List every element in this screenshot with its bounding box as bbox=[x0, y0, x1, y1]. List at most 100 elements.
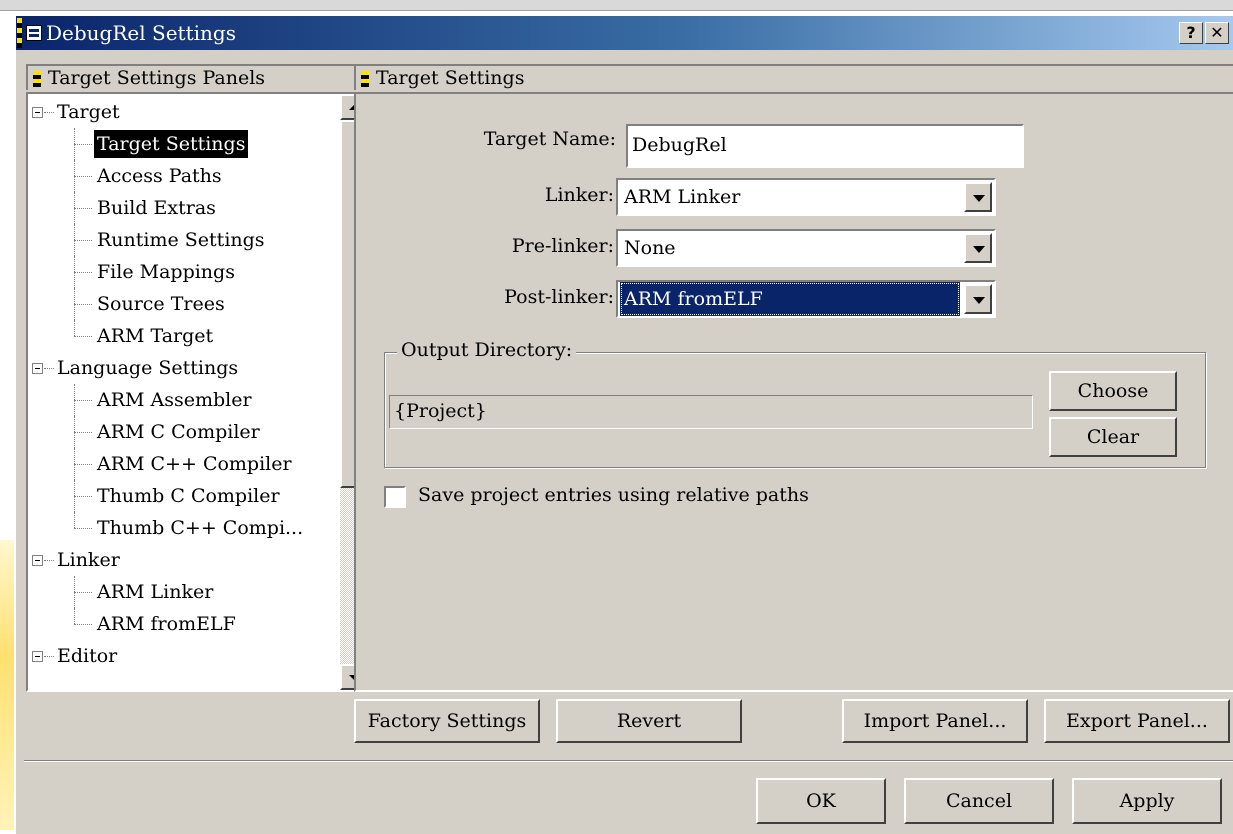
postlinker-dropdown-arrow-icon[interactable] bbox=[964, 284, 992, 314]
tree-item-label: Runtime Settings bbox=[97, 229, 265, 251]
title-stripe-icon bbox=[17, 18, 22, 48]
tree-connector bbox=[74, 496, 92, 497]
tree-item[interactable]: Linker bbox=[28, 544, 338, 576]
prelinker-dropdown-arrow-icon[interactable] bbox=[964, 233, 992, 263]
linker-value: ARM Linker bbox=[624, 186, 741, 208]
window-icon[interactable] bbox=[26, 25, 42, 41]
tree-connector bbox=[44, 560, 54, 561]
linker-select[interactable]: ARM Linker bbox=[616, 178, 996, 216]
tree-item-label: ARM Target bbox=[97, 325, 214, 347]
factory-settings-button[interactable]: Factory Settings bbox=[354, 699, 540, 743]
panels-list-header: Target Settings Panels bbox=[26, 64, 356, 90]
collapse-toggle-icon[interactable] bbox=[32, 651, 43, 662]
tree-connector bbox=[74, 400, 92, 401]
output-directory-group: Output Directory: {Project} Choose Clear bbox=[384, 339, 1206, 468]
panels-badge-icon bbox=[33, 71, 41, 87]
settings-panel: Target Name: DebugRel Linker: ARM Linker… bbox=[354, 92, 1233, 692]
postlinker-select[interactable]: ARM fromELF bbox=[616, 280, 996, 318]
tree-item-label: Language Settings bbox=[57, 357, 239, 379]
tree-item[interactable]: Runtime Settings bbox=[28, 224, 338, 256]
tree-connector bbox=[74, 320, 75, 336]
tree-item-label: Linker bbox=[57, 549, 120, 571]
tree-item[interactable]: Source Trees bbox=[28, 288, 338, 320]
tree-connector bbox=[44, 368, 54, 369]
tree-item-label: ARM fromELF bbox=[97, 613, 236, 635]
tree-item[interactable]: Language Settings bbox=[28, 352, 338, 384]
relative-paths-label: Save project entries using relative path… bbox=[418, 484, 809, 506]
import-panel-button[interactable]: Import Panel... bbox=[842, 699, 1028, 743]
output-directory-path: {Project} bbox=[389, 395, 1033, 429]
tree-connector bbox=[74, 208, 92, 209]
tree-connector bbox=[74, 336, 92, 337]
tree-item[interactable]: File Mappings bbox=[28, 256, 338, 288]
tree-connector bbox=[74, 432, 92, 433]
collapse-toggle-icon[interactable] bbox=[32, 555, 43, 566]
cancel-button[interactable]: Cancel bbox=[904, 778, 1054, 824]
button-separator bbox=[24, 760, 1233, 762]
postlinker-label: Post-linker: bbox=[504, 286, 614, 308]
apply-button[interactable]: Apply bbox=[1072, 778, 1222, 824]
relative-paths-checkbox[interactable] bbox=[384, 486, 406, 508]
tree-connector bbox=[74, 272, 92, 273]
ok-button[interactable]: OK bbox=[756, 778, 886, 824]
target-name-input[interactable]: DebugRel bbox=[626, 124, 1024, 168]
help-button[interactable]: ? bbox=[1179, 22, 1203, 44]
tree-connector bbox=[74, 528, 92, 529]
tree-item[interactable]: Thumb C Compiler bbox=[28, 480, 338, 512]
tree-item[interactable]: ARM Assembler bbox=[28, 384, 338, 416]
tree-item-label: Build Extras bbox=[97, 197, 216, 219]
tree-item-label: ARM C++ Compiler bbox=[97, 453, 292, 475]
settings-panel-header: Target Settings bbox=[354, 64, 1233, 90]
prelinker-label: Pre-linker: bbox=[511, 235, 614, 257]
tree-item[interactable]: ARM C Compiler bbox=[28, 416, 338, 448]
tree-item[interactable]: ARM fromELF bbox=[28, 608, 338, 640]
close-button[interactable]: ✕ bbox=[1205, 22, 1229, 44]
tree-connector bbox=[74, 176, 92, 177]
tree-item-label: Thumb C Compiler bbox=[97, 485, 280, 507]
tree-item-label: Thumb C++ Compi... bbox=[97, 517, 304, 539]
panels-tree[interactable]: Target Target Settings Access Paths Build E… bbox=[26, 92, 358, 692]
tree-item-label: File Mappings bbox=[97, 261, 235, 283]
tree-item[interactable]: ARM Target bbox=[28, 320, 338, 352]
title-bar[interactable]: DebugRel Settings ? ✕ bbox=[16, 16, 1233, 50]
linker-dropdown-arrow-icon[interactable] bbox=[964, 182, 992, 212]
tree-item[interactable]: Thumb C++ Compi... bbox=[28, 512, 338, 544]
tree-connector bbox=[74, 624, 92, 625]
tree-item[interactable]: Target bbox=[28, 96, 338, 128]
tree-connector bbox=[74, 144, 92, 145]
tree-item-label: ARM Assembler bbox=[97, 389, 252, 411]
prelinker-select[interactable]: None bbox=[616, 229, 996, 267]
choose-button[interactable]: Choose bbox=[1049, 371, 1177, 411]
tree-item-label: ARM C Compiler bbox=[97, 421, 260, 443]
tree-connector bbox=[74, 240, 92, 241]
tree-item[interactable]: Target Settings bbox=[28, 128, 338, 160]
tree-item-label: Target bbox=[57, 101, 120, 123]
settings-badge-icon bbox=[361, 71, 369, 87]
tree-item[interactable]: Editor bbox=[28, 640, 338, 672]
tree-connector bbox=[44, 112, 54, 113]
collapse-toggle-icon[interactable] bbox=[32, 107, 43, 118]
tree-connector bbox=[74, 592, 92, 593]
panels-list-title: Target Settings Panels bbox=[48, 67, 266, 89]
export-panel-button[interactable]: Export Panel... bbox=[1044, 699, 1230, 743]
tree-connector bbox=[44, 656, 54, 657]
tree-item[interactable]: Access Paths bbox=[28, 160, 338, 192]
tree-item[interactable]: ARM Linker bbox=[28, 576, 338, 608]
tree-connector bbox=[74, 608, 75, 624]
prelinker-value: None bbox=[624, 237, 676, 259]
tree-item[interactable]: Build Extras bbox=[28, 192, 338, 224]
window-title: DebugRel Settings bbox=[46, 21, 236, 45]
tree-connector bbox=[74, 304, 92, 305]
settings-dialog: DebugRel Settings ? ✕ Target Settings Pa… bbox=[14, 14, 1233, 834]
tree-item[interactable]: ARM C++ Compiler bbox=[28, 448, 338, 480]
tree-item-label: ARM Linker bbox=[97, 581, 214, 603]
postlinker-value: ARM fromELF bbox=[620, 282, 960, 316]
tree-item-label: Access Paths bbox=[97, 165, 222, 187]
output-directory-legend: Output Directory: bbox=[397, 339, 577, 361]
tree-connector bbox=[74, 512, 75, 528]
linker-label: Linker: bbox=[544, 184, 614, 206]
collapse-toggle-icon[interactable] bbox=[32, 363, 43, 374]
revert-button[interactable]: Revert bbox=[556, 699, 742, 743]
clear-button[interactable]: Clear bbox=[1049, 417, 1177, 457]
background-app-strip bbox=[0, 0, 1233, 11]
